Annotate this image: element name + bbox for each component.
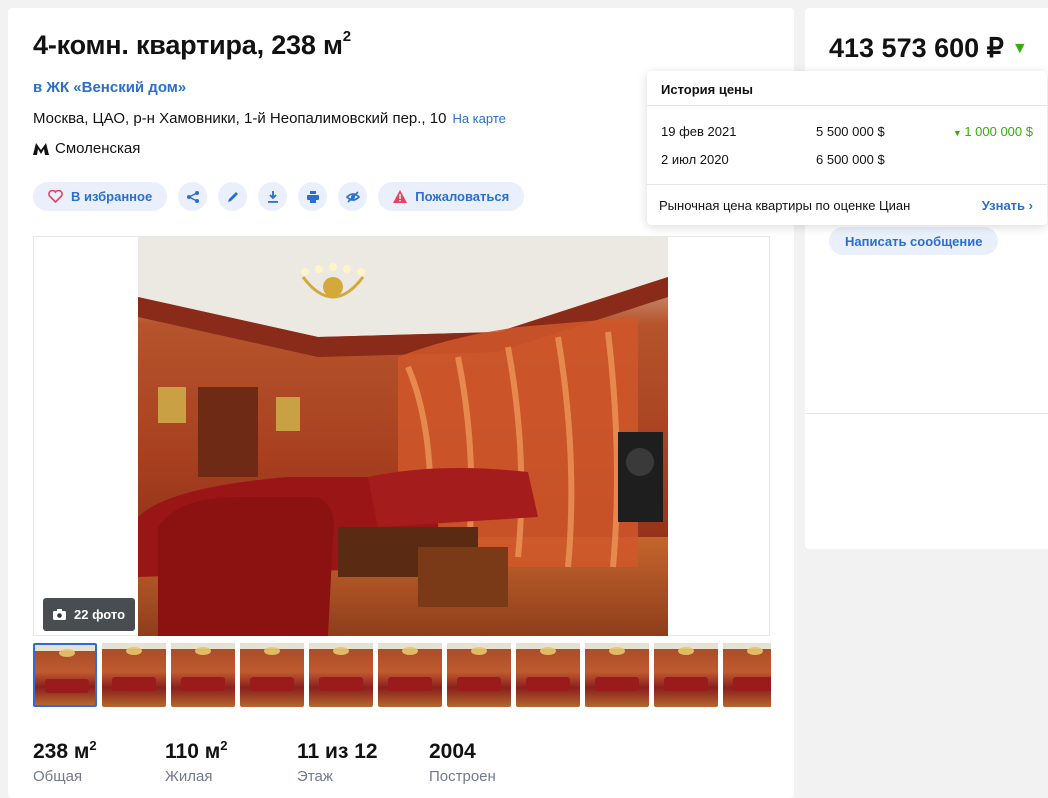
report-label: Пожаловаться bbox=[415, 189, 510, 204]
thumbnail[interactable] bbox=[309, 643, 373, 707]
divider bbox=[805, 413, 1048, 414]
stat-label: Построен bbox=[429, 768, 496, 785]
thumbnail[interactable] bbox=[33, 643, 97, 707]
stat-item: 11 из 12 Этаж bbox=[297, 738, 429, 785]
stat-label: Жилая bbox=[165, 768, 213, 785]
price: 413 573 600 ₽ ▼ bbox=[829, 33, 1028, 64]
camera-icon bbox=[53, 609, 66, 620]
edit-icon bbox=[227, 191, 238, 202]
thumbnail[interactable] bbox=[378, 643, 442, 707]
stat-value: 2004 bbox=[429, 740, 476, 763]
price-history-title: История цены bbox=[661, 82, 754, 97]
address-text: Москва, ЦАО, р-н Хамовники, 1-й Неопалим… bbox=[33, 110, 447, 127]
history-date: 19 фев 2021 bbox=[661, 124, 737, 139]
stat-item: 110 м2 Жилая bbox=[165, 738, 297, 785]
stats-row: 238 м2 Общая 110 м2 Жилая 11 из 12 Этаж 2004 По… bbox=[33, 738, 561, 785]
favorite-button[interactable]: В избранное bbox=[33, 182, 168, 211]
stat-value: 11 из 12 bbox=[297, 740, 378, 763]
market-price-note: Рыночная цена квартиры по оценке Циан bbox=[659, 198, 911, 213]
download-icon bbox=[267, 190, 278, 203]
metro-name: Смоленская bbox=[55, 140, 141, 157]
thumbnail[interactable] bbox=[723, 643, 771, 707]
thumbnail[interactable] bbox=[102, 643, 166, 707]
price-history-popup: История цены 19 фев 2021 5 500 000 $ ▼ 1… bbox=[647, 71, 1047, 225]
decrease-icon: ▼ bbox=[952, 128, 965, 138]
history-price: 6 500 000 $ bbox=[816, 152, 885, 167]
share-icon bbox=[186, 190, 199, 203]
photo-gallery[interactable]: 22 фото bbox=[33, 236, 770, 636]
favorite-label: В избранное bbox=[71, 189, 153, 204]
thumbnail[interactable] bbox=[585, 643, 649, 707]
stat-label: Этаж bbox=[297, 768, 333, 785]
price-history-row: 19 фев 2021 5 500 000 $ ▼ 1 000 000 $ bbox=[661, 124, 1033, 142]
heart-icon bbox=[48, 190, 63, 203]
thumbnail-strip bbox=[33, 643, 771, 707]
history-change: ▼ 1 000 000 $ bbox=[953, 124, 1033, 139]
stat-item: 238 м2 Общая bbox=[33, 738, 165, 785]
edit-button[interactable] bbox=[218, 182, 248, 211]
stat-label: Общая bbox=[33, 768, 83, 785]
address: Москва, ЦАО, р-н Хамовники, 1-й Неопалим… bbox=[33, 110, 506, 127]
interior-photo bbox=[138, 237, 668, 636]
divider bbox=[647, 105, 1047, 106]
thumbnail[interactable] bbox=[171, 643, 235, 707]
thumbnail[interactable] bbox=[240, 643, 304, 707]
learn-more-link[interactable]: Узнать › bbox=[982, 198, 1033, 213]
thumbnail[interactable] bbox=[516, 643, 580, 707]
action-bar: В избранное Пожаловаться bbox=[33, 182, 525, 211]
map-link[interactable]: На карте bbox=[452, 111, 505, 126]
photo-count-label: 22 фото bbox=[74, 607, 126, 622]
stat-item: 2004 Построен bbox=[429, 738, 561, 785]
thumbnail[interactable] bbox=[447, 643, 511, 707]
complex-link[interactable]: в ЖК «Венский дом» bbox=[33, 79, 186, 96]
metro-station: Смоленская bbox=[33, 140, 140, 157]
print-button[interactable] bbox=[298, 182, 328, 211]
history-change-value: 1 000 000 $ bbox=[964, 124, 1033, 139]
print-icon bbox=[306, 190, 319, 203]
stat-value: 238 м2 bbox=[33, 738, 97, 763]
photo-count-badge[interactable]: 22 фото bbox=[43, 598, 136, 631]
write-message-button[interactable]: Написать сообщение bbox=[829, 227, 999, 255]
hide-button[interactable] bbox=[338, 182, 368, 211]
listing-title: 4-комн. квартира, 238 м2 bbox=[33, 28, 351, 60]
history-price: 5 500 000 $ bbox=[816, 124, 885, 139]
report-button[interactable]: Пожаловаться bbox=[378, 182, 525, 211]
hide-icon bbox=[345, 190, 360, 203]
history-date: 2 июл 2020 bbox=[661, 152, 729, 167]
stat-value: 110 м2 bbox=[165, 738, 228, 763]
download-button[interactable] bbox=[258, 182, 288, 211]
price-value: 413 573 600 ₽ bbox=[829, 33, 1004, 63]
price-history-row: 2 июл 2020 6 500 000 $ bbox=[661, 152, 1033, 170]
warning-icon bbox=[393, 190, 408, 203]
divider bbox=[647, 184, 1047, 185]
chevron-right-icon: › bbox=[1028, 198, 1033, 213]
price-down-icon[interactable]: ▼ bbox=[1012, 40, 1028, 58]
thumbnail[interactable] bbox=[654, 643, 718, 707]
learn-more-label: Узнать bbox=[981, 198, 1026, 213]
metro-icon bbox=[33, 142, 49, 155]
share-button[interactable] bbox=[178, 182, 208, 211]
main-photo[interactable] bbox=[138, 237, 668, 636]
